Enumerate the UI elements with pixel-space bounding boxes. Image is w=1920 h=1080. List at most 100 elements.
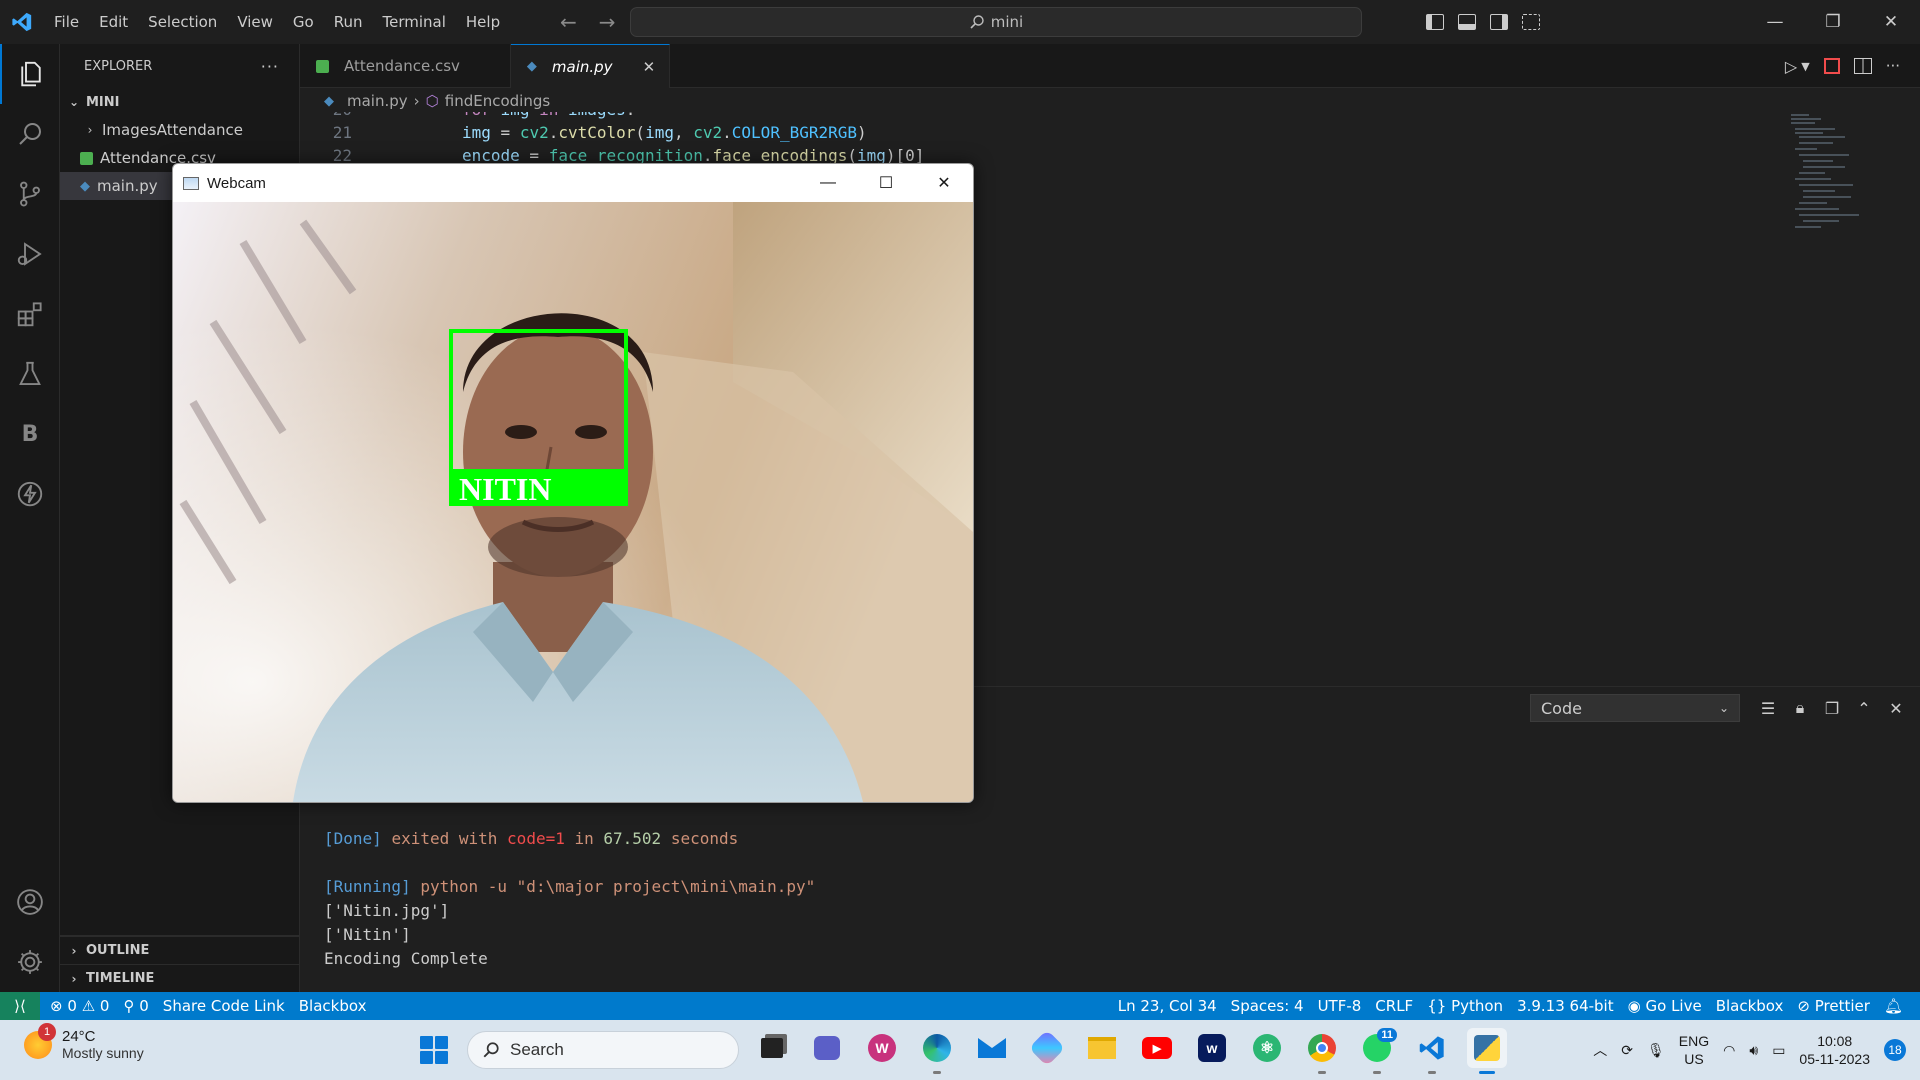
file-explorer-icon[interactable] [1082, 1028, 1122, 1068]
menu-go[interactable]: Go [283, 0, 324, 44]
breadcrumb-symbol[interactable]: findEncodings [445, 92, 550, 110]
more-actions-icon[interactable]: ··· [261, 57, 279, 76]
extensions-icon[interactable] [0, 284, 60, 344]
back-arrow-icon[interactable]: ← [560, 10, 577, 34]
input-language[interactable]: ENG US [1679, 1032, 1709, 1068]
output-channel-select[interactable]: Code ⌄ [1530, 694, 1740, 722]
chevron-down-icon[interactable]: ▼ [1801, 60, 1809, 73]
lightning-icon[interactable] [0, 464, 60, 524]
close-icon[interactable]: ✕ [915, 164, 973, 202]
toggle-primary-sidebar-icon[interactable] [1426, 14, 1444, 30]
share-code-link[interactable]: Share Code Link [156, 997, 292, 1015]
explorer-icon[interactable] [0, 44, 60, 104]
filter-lines-icon[interactable]: ☰ [1758, 699, 1778, 718]
youtube-icon[interactable]: ▶ [1137, 1028, 1177, 1068]
settings-gear-icon[interactable] [0, 932, 60, 992]
copy-icon[interactable]: ❐ [1822, 699, 1842, 718]
taskbar-search[interactable]: Search [467, 1031, 739, 1069]
prettier-status[interactable]: ⊘ Prettier [1790, 997, 1877, 1015]
blackbox-status-right[interactable]: Blackbox [1709, 997, 1791, 1015]
whatsapp-icon[interactable]: 11 [1357, 1028, 1397, 1074]
windows-start-icon[interactable] [420, 1036, 448, 1064]
split-editor-icon[interactable] [1853, 58, 1872, 74]
mail-icon[interactable] [972, 1028, 1012, 1068]
error-count: 0 [67, 997, 77, 1015]
vscode-taskbar-icon[interactable] [1412, 1028, 1452, 1074]
show-hidden-icons[interactable]: ︿ [1593, 1040, 1607, 1060]
wifi-icon[interactable]: ◠ [1723, 1042, 1735, 1059]
tab-attendance-csv[interactable]: Attendance.csv [300, 44, 511, 88]
testing-flask-icon[interactable] [0, 344, 60, 404]
clock[interactable]: 10:08 05-11-2023 [1799, 1032, 1870, 1068]
webex-icon[interactable]: w [1192, 1028, 1232, 1068]
blackbox-b-icon[interactable]: B [0, 404, 60, 464]
done-message: exited with [391, 829, 498, 848]
edge-browser-icon[interactable] [917, 1028, 957, 1074]
menu-file[interactable]: File [44, 0, 89, 44]
forward-arrow-icon[interactable]: → [599, 10, 616, 34]
weather-widget[interactable]: 1 24°C Mostly sunny [24, 1022, 144, 1061]
command-center-search[interactable]: mini [630, 7, 1362, 37]
search-icon[interactable] [0, 104, 60, 164]
maximize-panel-icon[interactable]: ⌃ [1854, 699, 1874, 718]
toggle-panel-icon[interactable] [1458, 14, 1476, 30]
chrome-icon[interactable] [1302, 1028, 1342, 1074]
wps-office-icon[interactable]: W [862, 1028, 902, 1068]
language-mode[interactable]: {} Python [1420, 997, 1510, 1015]
stop-icon[interactable] [1823, 58, 1840, 74]
minimize-icon[interactable]: — [799, 164, 857, 202]
maximize-icon[interactable]: ☐ [857, 164, 915, 202]
tree-item-imagesattendance[interactable]: › ImagesAttendance [60, 116, 299, 144]
minimize-icon[interactable]: — [1746, 0, 1804, 44]
notification-badge[interactable]: 18 [1884, 1039, 1906, 1061]
sync-icon[interactable]: ⟳ [1621, 1042, 1633, 1059]
end-of-line[interactable]: CRLF [1368, 997, 1420, 1015]
notifications-bell-icon[interactable]: 🔔︎ [1877, 997, 1910, 1015]
customize-layout-icon[interactable] [1522, 14, 1540, 30]
run-debug-icon[interactable] [0, 224, 60, 284]
python-window-icon[interactable] [1467, 1028, 1507, 1074]
cursor-position[interactable]: Ln 23, Col 34 [1111, 997, 1224, 1015]
webcam-title: Webcam [207, 174, 266, 192]
indentation[interactable]: Spaces: 4 [1224, 997, 1311, 1015]
task-view-icon[interactable] [752, 1028, 792, 1068]
ports-indicator[interactable]: ⚲ 0 [116, 997, 155, 1015]
menu-help[interactable]: Help [456, 0, 510, 44]
toggle-secondary-sidebar-icon[interactable] [1490, 14, 1508, 30]
battery-icon[interactable]: ▭ [1772, 1042, 1785, 1059]
menu-view[interactable]: View [227, 0, 283, 44]
file-encoding[interactable]: UTF-8 [1311, 997, 1369, 1015]
volume-icon[interactable]: 🔊︎ [1749, 1042, 1758, 1059]
source-control-icon[interactable] [0, 164, 60, 224]
breadcrumb-file[interactable]: main.py [347, 92, 408, 110]
copilot-icon[interactable] [1027, 1028, 1067, 1068]
webcam-titlebar[interactable]: Webcam — ☐ ✕ [173, 164, 973, 202]
close-panel-icon[interactable]: ✕ [1886, 699, 1906, 718]
lock-icon[interactable]: 🔒︎ [1790, 698, 1810, 718]
microphone-icon[interactable]: 🎙︎ [1647, 1042, 1665, 1059]
teams-icon[interactable] [807, 1028, 847, 1068]
menu-terminal[interactable]: Terminal [373, 0, 456, 44]
folder-root-mini[interactable]: ⌄ MINI [60, 88, 299, 116]
menu-run[interactable]: Run [324, 0, 373, 44]
menu-edit[interactable]: Edit [89, 0, 138, 44]
problems-indicator[interactable]: ⊗ 0 ⚠ 0 [40, 997, 116, 1015]
python-interpreter[interactable]: 3.9.13 64-bit [1510, 997, 1621, 1015]
go-live-button[interactable]: ◉ Go Live [1621, 997, 1709, 1015]
account-icon[interactable] [0, 872, 60, 932]
run-python-icon[interactable]: ▷ [1785, 57, 1797, 76]
tab-main-py[interactable]: ◆ main.py ✕ [510, 44, 671, 88]
close-icon[interactable]: ✕ [1862, 0, 1920, 44]
restore-icon[interactable]: ❐ [1804, 0, 1862, 44]
remote-indicator-icon[interactable]: ⟩⟨ [0, 992, 40, 1020]
outline-section[interactable]: › OUTLINE [60, 936, 300, 964]
blackbox-status-left[interactable]: Blackbox [292, 997, 374, 1015]
terminal-output[interactable]: [Done] exited with code=1 in 67.502 seco… [324, 827, 815, 971]
atom-editor-icon[interactable]: ⚛ [1247, 1028, 1287, 1068]
timeline-section[interactable]: › TIMELINE [60, 964, 300, 992]
webcam-window[interactable]: Webcam — ☐ ✕ NITIN [172, 163, 974, 803]
minimap[interactable] [1787, 112, 1897, 252]
close-tab-icon[interactable]: ✕ [643, 58, 656, 76]
more-actions-icon[interactable]: ··· [1886, 57, 1900, 75]
menu-selection[interactable]: Selection [138, 0, 227, 44]
